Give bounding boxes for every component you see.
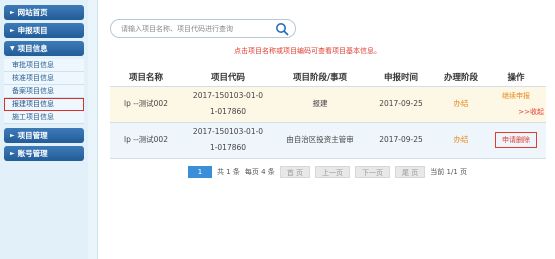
sidebar-item-filing-info[interactable]: 备案项目信息: [4, 85, 84, 98]
hint-text: 点击项目名称或项目编码可查看项目基本信息。: [234, 47, 381, 55]
sidebar-item-approval-info[interactable]: 审批项目信息: [4, 59, 84, 72]
operation-cell: 继续申报 >>收起: [486, 86, 546, 123]
collapse-link[interactable]: >>收起: [486, 104, 546, 120]
project-stage: 由自治区投资主管审: [274, 122, 366, 159]
nav-account-management-label: 账号管理: [17, 149, 48, 158]
col-header-code: 项目代码: [182, 69, 274, 87]
sidebar: ► 网站首页 ► 申报项目 ▼ 项目信息 审批项目信息 核准项目信息 备案项目信…: [0, 0, 88, 259]
next-page-button[interactable]: 下一页: [355, 166, 391, 178]
search-box: [110, 19, 296, 38]
col-header-name: 项目名称: [110, 69, 182, 87]
project-info-submenu: 审批项目信息 核准项目信息 备案项目信息 报建项目信息 施工项目信息: [4, 59, 84, 124]
main-content: 点击项目名称或项目编码可查看项目基本信息。 项目名称 项目代码 项目阶段/事项 …: [97, 0, 555, 259]
project-code-line2: 1-017860: [209, 107, 247, 116]
table-row: lp --测试002 2017-150103-01-0 1-017860 报建 …: [110, 86, 546, 123]
page-info: 当前 1/1 页: [430, 168, 467, 176]
arrow-right-icon: ►: [10, 27, 15, 34]
nav-home-label: 网站首页: [17, 8, 48, 17]
last-page-button[interactable]: 尾 页: [395, 166, 426, 178]
prev-page-button[interactable]: 上一页: [315, 166, 351, 178]
sidebar-item-construction-info[interactable]: 施工项目信息: [4, 111, 84, 124]
status-text: 办结: [436, 86, 486, 123]
pagination: 1 共 1 条 每页 4 条 首 页 上一页 下一页 尾 页 当前 1/1 页: [188, 166, 467, 178]
nav-project-management-label: 项目管理: [17, 131, 48, 140]
project-code-line1: 2017-150103-01-0: [192, 91, 264, 100]
continue-declare-link[interactable]: 继续申报: [486, 88, 546, 104]
project-code-link[interactable]: 2017-150103-01-0 1-017860: [182, 86, 274, 123]
nav-project-info[interactable]: ▼ 项目信息: [4, 41, 84, 56]
project-table: 项目名称 项目代码 项目阶段/事项 申报时间 办理阶段 操作 lp --测试00…: [110, 69, 546, 159]
table-row: lp --测试002 2017-150103-01-0 1-017860 由自治…: [110, 122, 546, 159]
col-header-date: 申报时间: [366, 69, 436, 87]
nav-account-management[interactable]: ► 账号管理: [4, 146, 84, 161]
col-header-stage: 项目阶段/事项: [274, 69, 366, 87]
nav-declare-project[interactable]: ► 申报项目: [4, 23, 84, 38]
arrow-right-icon: ►: [10, 150, 15, 157]
first-page-button[interactable]: 首 页: [279, 166, 311, 178]
nav-home[interactable]: ► 网站首页: [4, 5, 84, 20]
project-name-link[interactable]: lp --测试002: [110, 122, 182, 159]
arrow-right-icon: ►: [10, 9, 15, 16]
nav-project-management[interactable]: ► 项目管理: [4, 128, 84, 143]
page-current-button[interactable]: 1: [188, 166, 212, 178]
project-code-link[interactable]: 2017-150103-01-0 1-017860: [182, 122, 274, 159]
project-name-link[interactable]: lp --测试002: [110, 86, 182, 123]
arrow-down-icon: ▼: [10, 45, 15, 52]
table-header-row: 项目名称 项目代码 项目阶段/事项 申报时间 办理阶段 操作: [110, 69, 546, 87]
arrow-right-icon: ►: [10, 132, 15, 139]
search-input[interactable]: [121, 24, 271, 34]
per-page-count: 每页 4 条: [244, 168, 275, 176]
operation-cell: 申请删除: [486, 122, 546, 159]
declare-date: 2017-09-25: [366, 86, 436, 123]
col-header-operation: 操作: [486, 69, 546, 87]
sidebar-item-authorization-info[interactable]: 核准项目信息: [4, 72, 84, 85]
nav-project-info-label: 项目信息: [17, 44, 48, 53]
total-count: 共 1 条: [217, 168, 240, 176]
nav-declare-project-label: 申报项目: [17, 26, 48, 35]
sidebar-item-construction-permit-info[interactable]: 报建项目信息: [4, 98, 84, 111]
project-code-line1: 2017-150103-01-0: [192, 127, 264, 136]
project-code-line2: 1-017860: [209, 143, 247, 152]
declare-date: 2017-09-25: [366, 122, 436, 159]
col-header-status: 办理阶段: [436, 69, 486, 87]
request-delete-button[interactable]: 申请删除: [495, 132, 537, 148]
search-icon[interactable]: [275, 22, 289, 36]
status-text: 办结: [436, 122, 486, 159]
project-stage: 报建: [274, 86, 366, 123]
